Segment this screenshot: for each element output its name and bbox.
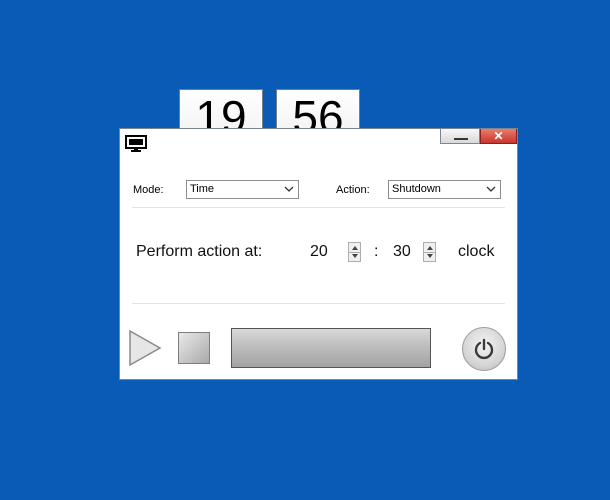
play-icon[interactable] xyxy=(128,329,162,367)
divider xyxy=(132,207,505,208)
arrow-up-icon xyxy=(427,246,433,250)
action-value: Shutdown xyxy=(392,183,441,195)
minute-spinner[interactable] xyxy=(423,242,436,262)
time-separator: : xyxy=(374,243,379,260)
power-button[interactable] xyxy=(462,327,506,371)
monitor-icon xyxy=(125,135,147,152)
mode-label: Mode: xyxy=(133,184,164,196)
close-button[interactable]: ✕ xyxy=(480,129,517,144)
arrow-down-icon xyxy=(427,254,433,258)
mode-value: Time xyxy=(190,183,215,195)
action-select[interactable]: Shutdown xyxy=(388,180,501,199)
stop-icon[interactable] xyxy=(178,332,210,364)
progress-bar xyxy=(231,328,431,368)
hour-value[interactable]: 20 xyxy=(310,243,328,261)
action-label: Action: xyxy=(336,184,370,196)
arrow-down-icon xyxy=(352,254,358,258)
app-window: ✕ Mode: Time Action: Shutdown Perform ac… xyxy=(119,128,518,380)
clock-suffix: clock xyxy=(458,243,495,260)
minimize-button[interactable] xyxy=(440,129,480,144)
minimize-icon xyxy=(454,138,468,140)
window-controls: ✕ xyxy=(440,129,517,145)
arrow-up-icon xyxy=(352,246,358,250)
chevron-down-icon xyxy=(284,186,294,192)
hour-spinner[interactable] xyxy=(348,242,361,262)
mode-select[interactable]: Time xyxy=(186,180,299,199)
minute-value[interactable]: 30 xyxy=(393,243,411,261)
chevron-down-icon xyxy=(486,186,496,192)
divider xyxy=(132,303,505,304)
minute-down-button[interactable] xyxy=(424,252,435,261)
perform-action-label: Perform action at: xyxy=(136,243,263,260)
hour-down-button[interactable] xyxy=(349,252,360,261)
power-icon xyxy=(474,338,494,360)
